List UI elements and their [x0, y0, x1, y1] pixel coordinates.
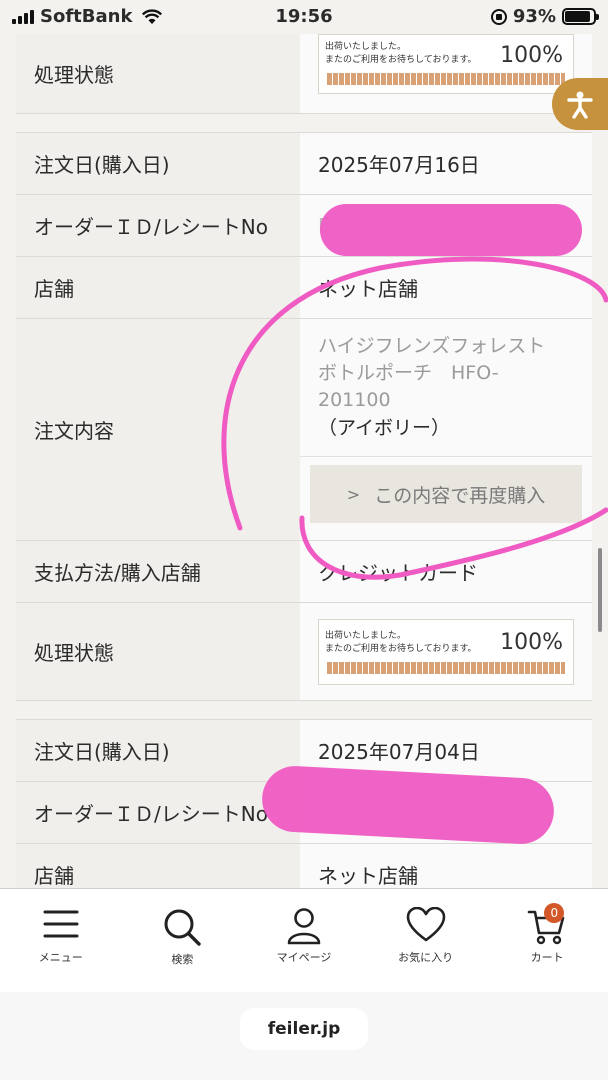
nav-search[interactable]: 検索 — [122, 889, 244, 992]
heart-icon — [406, 907, 445, 942]
bottom-nav: メニュー 検索 マイページ お気に入り 0 カート — [0, 888, 608, 992]
nav-label: 検索 — [171, 953, 194, 966]
nav-menu[interactable]: メニュー — [0, 889, 122, 992]
nav-favorites[interactable]: お気に入り — [365, 889, 487, 992]
browser-bar: feiler.jp — [0, 992, 608, 1080]
nav-mypage[interactable]: マイページ — [243, 889, 365, 992]
menu-icon — [43, 910, 79, 938]
nav-label: カート — [530, 951, 564, 964]
search-icon — [164, 909, 202, 946]
url-field[interactable]: feiler.jp — [240, 1008, 368, 1050]
accessibility-button[interactable] — [552, 78, 608, 130]
user-icon — [287, 908, 321, 945]
nav-label: マイページ — [276, 951, 332, 964]
nav-cart[interactable]: 0 カート — [486, 889, 608, 992]
scrollbar[interactable] — [598, 548, 602, 632]
nav-label: メニュー — [38, 951, 83, 964]
nav-label: お気に入り — [398, 951, 454, 964]
accessibility-icon — [567, 91, 593, 119]
